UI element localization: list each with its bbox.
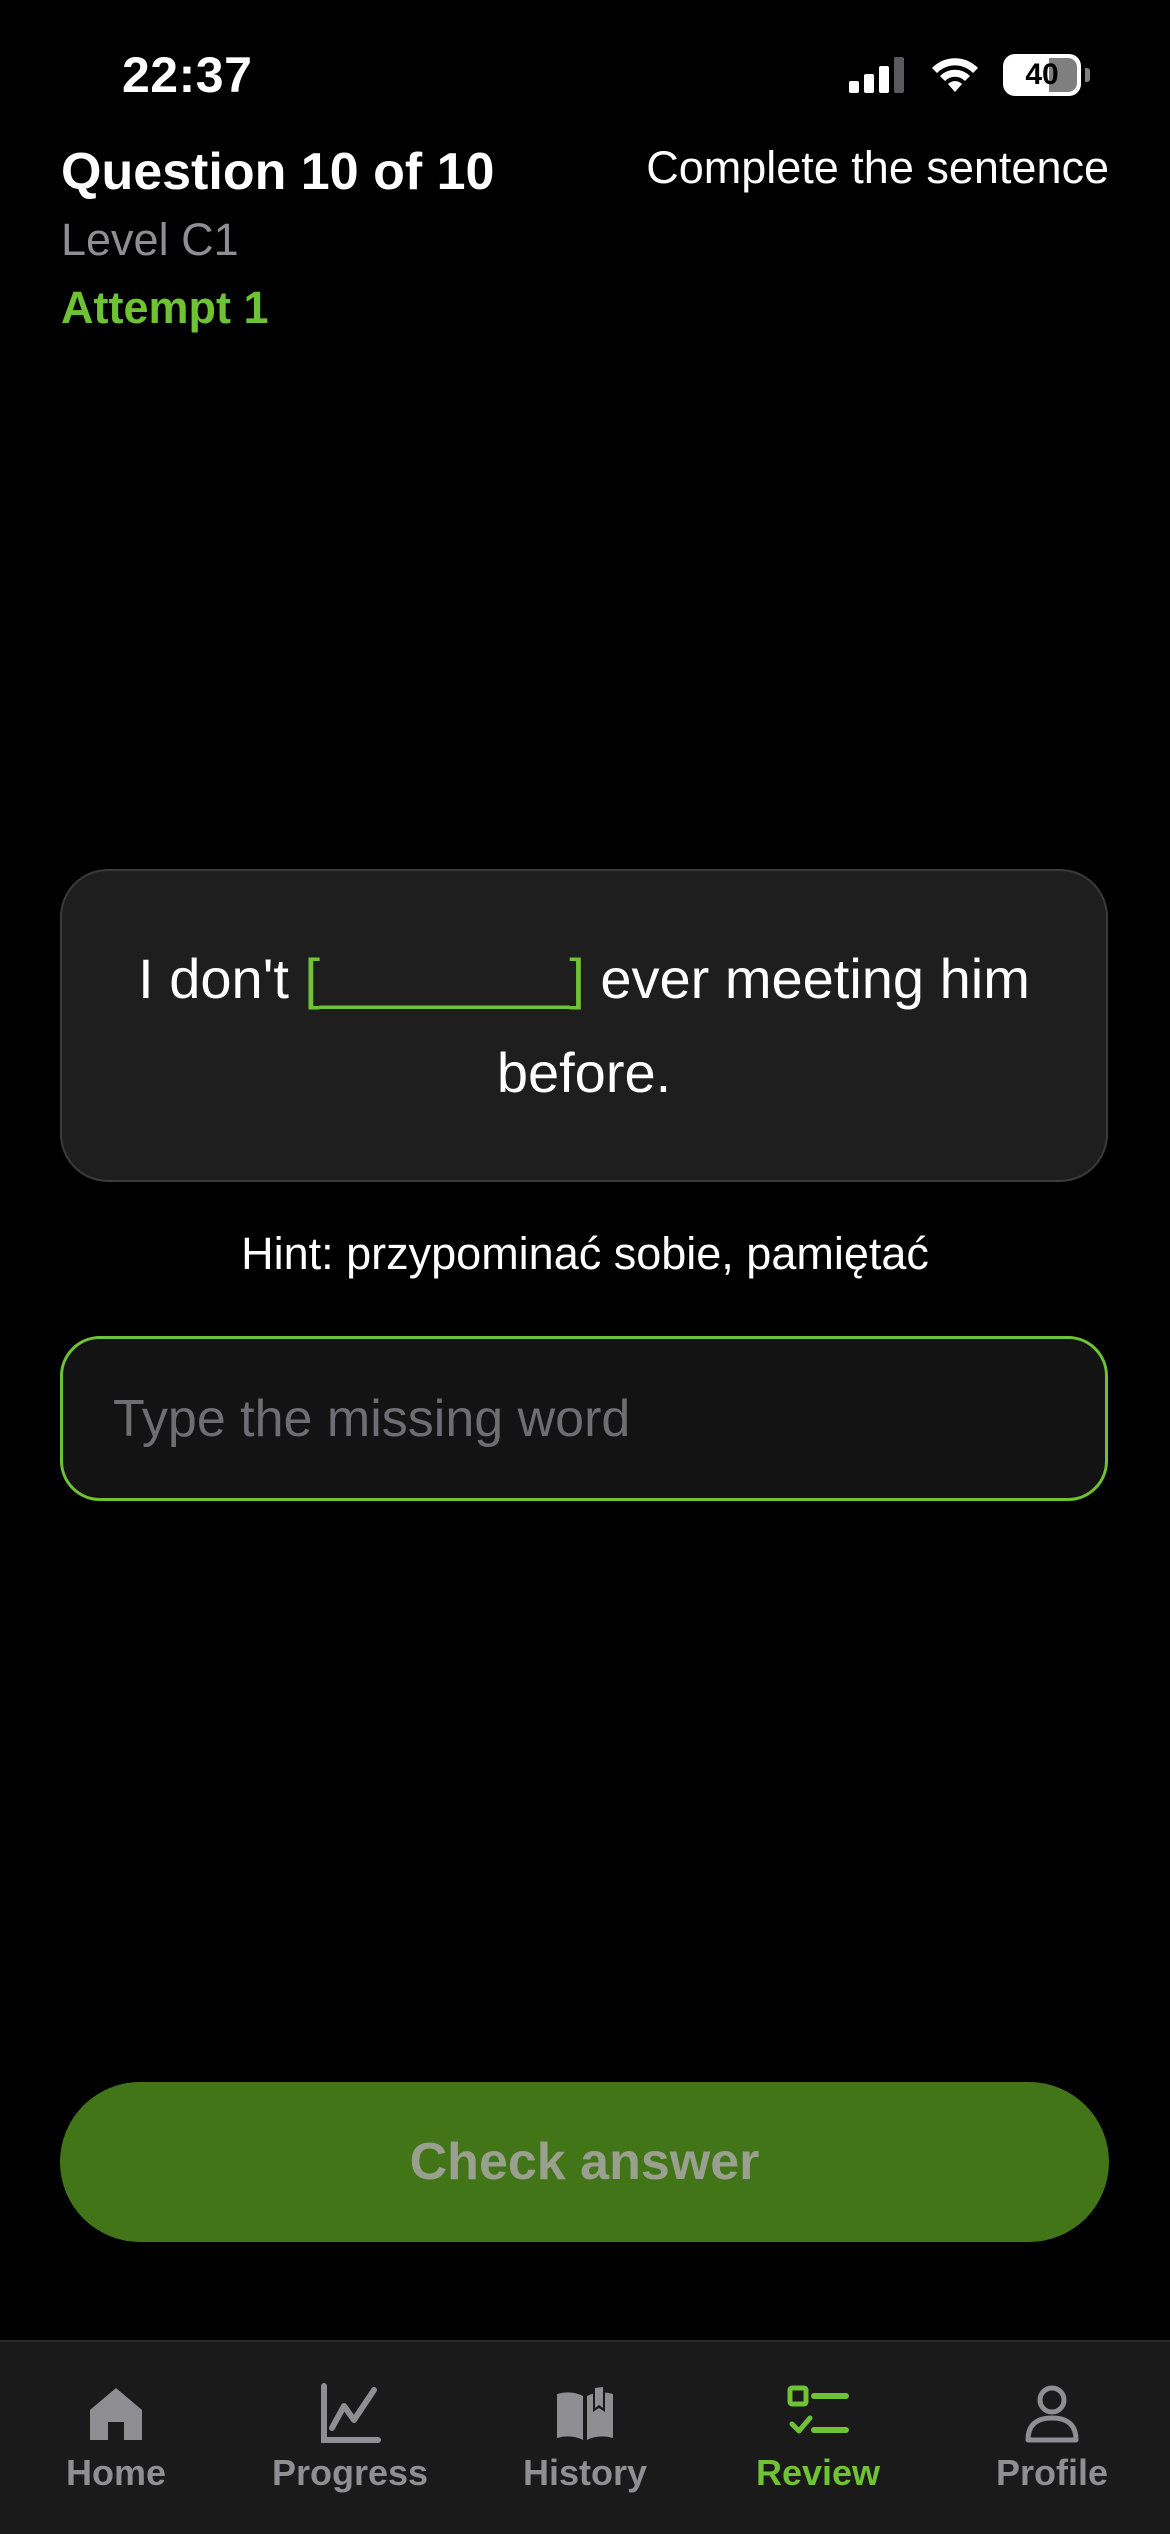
chart-icon — [321, 2383, 381, 2443]
sentence-before-blank: I don't — [138, 946, 305, 1010]
battery-icon: 40 — [1003, 54, 1081, 96]
tab-bar: Home Progress History Review Profile — [0, 2340, 1170, 2534]
check-answer-button[interactable]: Check answer — [60, 2082, 1109, 2242]
cellular-signal-icon — [849, 57, 904, 93]
tab-home[interactable]: Home — [16, 2342, 216, 2494]
question-progress: Question 10 of 10 — [61, 143, 495, 201]
exercise-type: Complete the sentence — [646, 142, 1109, 193]
tab-label: Review — [755, 2452, 881, 2493]
sentence-text: I don't [________] ever meeting him befo… — [102, 932, 1066, 1120]
battery-level: 40 — [1025, 58, 1059, 91]
tab-review[interactable]: Review — [718, 2342, 918, 2494]
level-label: Level C1 — [61, 214, 239, 265]
person-icon — [1025, 2385, 1079, 2443]
status-time: 22:37 — [122, 47, 253, 103]
tab-profile[interactable]: Profile — [952, 2342, 1152, 2494]
missing-word-input[interactable] — [60, 1336, 1108, 1501]
sentence-blank: [________] — [304, 946, 585, 1010]
tab-label: History — [522, 2452, 648, 2493]
home-icon — [90, 2388, 142, 2440]
attempt-label: Attempt 1 — [61, 282, 269, 333]
tab-label: Profile — [995, 2452, 1109, 2493]
book-icon — [557, 2384, 613, 2440]
sentence-card: I don't [________] ever meeting him befo… — [60, 869, 1108, 1182]
tab-label: Home — [65, 2452, 167, 2493]
checklist-icon — [787, 2385, 849, 2434]
tab-progress[interactable]: Progress — [250, 2342, 450, 2494]
wifi-icon — [932, 58, 978, 92]
status-bar: 22:37 40 — [0, 0, 1170, 150]
status-icons: 40 — [849, 54, 1090, 96]
tab-label: Progress — [271, 2452, 429, 2493]
tab-history[interactable]: History — [485, 2342, 685, 2494]
battery-tip — [1085, 68, 1090, 82]
hint-text: Hint: przypominać sobie, pamiętać — [241, 1228, 929, 1279]
